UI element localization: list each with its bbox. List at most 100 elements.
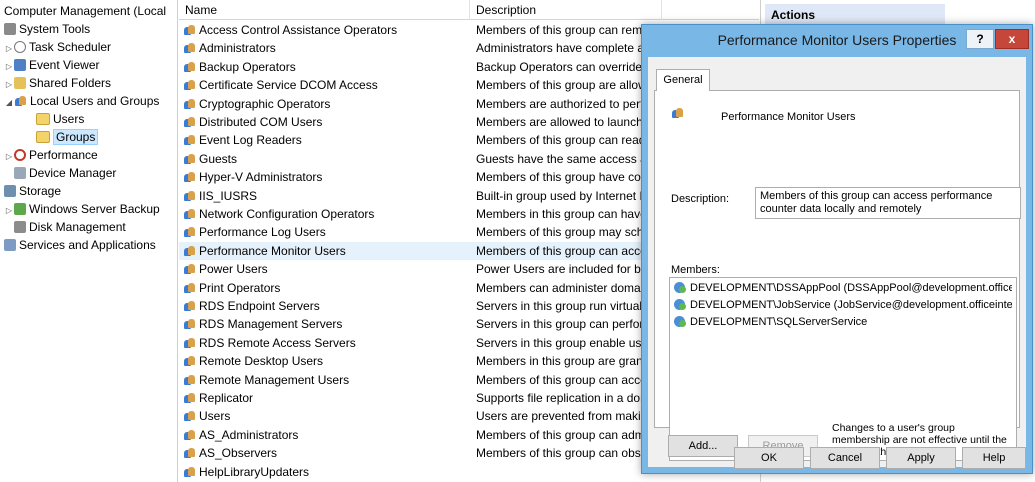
group-name-cell: RDS Endpoint Servers bbox=[183, 297, 473, 315]
group-name-cell: Hyper-V Administrators bbox=[183, 168, 473, 186]
group-icon bbox=[183, 466, 196, 478]
group-name-cell: Access Control Assistance Operators bbox=[183, 21, 473, 39]
group-icon bbox=[183, 410, 196, 422]
group-icon bbox=[183, 429, 196, 441]
column-header-name[interactable]: Name bbox=[179, 0, 470, 20]
expand-icon[interactable]: ▷ bbox=[4, 148, 14, 166]
group-name-cell: Guests bbox=[183, 150, 473, 168]
group-icon bbox=[183, 337, 196, 349]
performance-icon bbox=[14, 149, 26, 161]
members-label: Members: bbox=[671, 264, 720, 276]
cancel-button[interactable]: Cancel bbox=[810, 447, 880, 469]
tree-item-system-tools[interactable]: System Tools bbox=[4, 20, 90, 38]
folder-icon bbox=[36, 113, 50, 125]
tree-item-event-viewer[interactable]: ▷ Event Viewer bbox=[4, 56, 100, 74]
group-name-cell: Event Log Readers bbox=[183, 131, 473, 149]
tree-item-shared-folders[interactable]: ▷ Shared Folders bbox=[4, 74, 111, 92]
device-manager-icon bbox=[14, 167, 26, 179]
column-header-description[interactable]: Description bbox=[470, 0, 662, 20]
tree-item-storage[interactable]: Storage bbox=[4, 182, 61, 200]
tree-item-services-and-applications[interactable]: Services and Applications bbox=[4, 236, 156, 254]
tab-general[interactable]: General bbox=[656, 69, 710, 91]
users-icon bbox=[14, 95, 27, 107]
group-icon bbox=[183, 79, 196, 91]
folder-icon bbox=[36, 131, 50, 143]
tab-page-general: Performance Monitor Users Description: M… bbox=[654, 90, 1021, 461]
group-name-cell: RDS Management Servers bbox=[183, 315, 473, 333]
tree-item-computer-management[interactable]: Computer Management (Local bbox=[4, 2, 166, 20]
group-icon bbox=[183, 134, 196, 146]
group-name-cell: Certificate Service DCOM Access bbox=[183, 76, 473, 94]
apply-button[interactable]: Apply bbox=[886, 447, 956, 469]
group-name-cell: Performance Monitor Users bbox=[183, 242, 473, 260]
group-name-cell: Replicator bbox=[183, 389, 473, 407]
group-icon bbox=[183, 98, 196, 110]
group-icon bbox=[183, 226, 196, 238]
collapse-icon[interactable]: ◢ bbox=[4, 94, 14, 112]
add-button[interactable]: Add... bbox=[668, 435, 738, 457]
group-icon bbox=[183, 447, 196, 459]
group-icon bbox=[183, 300, 196, 312]
group-name-cell: Cryptographic Operators bbox=[183, 95, 473, 113]
member-item[interactable]: DEVELOPMENT\DSSAppPool (DSSAppPool@devel… bbox=[674, 280, 1012, 297]
description-field[interactable]: Members of this group can access perform… bbox=[755, 187, 1021, 219]
tree-item-performance[interactable]: ▷ Performance bbox=[4, 146, 98, 164]
properties-dialog: Performance Monitor Users Properties ? x… bbox=[641, 24, 1033, 474]
help-button[interactable]: Help bbox=[962, 447, 1026, 469]
group-name-cell: HelpLibraryUpdaters bbox=[183, 463, 473, 481]
tree-item-disk-management[interactable]: Disk Management bbox=[14, 218, 126, 236]
group-name-cell: Backup Operators bbox=[183, 58, 473, 76]
group-icon bbox=[183, 24, 196, 36]
group-icon bbox=[183, 245, 196, 257]
member-item[interactable]: DEVELOPMENT\JobService (JobService@devel… bbox=[674, 297, 1012, 314]
user-icon bbox=[674, 281, 687, 293]
group-name-cell: Network Configuration Operators bbox=[183, 205, 473, 223]
group-name-cell: Performance Log Users bbox=[183, 223, 473, 241]
group-icon bbox=[183, 153, 196, 165]
list-header: Name Description bbox=[179, 0, 759, 20]
group-name-cell: Distributed COM Users bbox=[183, 113, 473, 131]
user-icon bbox=[674, 298, 687, 310]
storage-icon bbox=[4, 185, 16, 197]
group-icon bbox=[671, 107, 693, 129]
system-tools-icon bbox=[4, 23, 16, 35]
actions-header[interactable]: Actions bbox=[765, 4, 945, 26]
tree-item-task-scheduler[interactable]: ▷ Task Scheduler bbox=[4, 38, 111, 56]
group-name: Performance Monitor Users bbox=[721, 111, 856, 123]
group-name-cell: AS_Administrators bbox=[183, 426, 473, 444]
group-name-cell: Print Operators bbox=[183, 279, 473, 297]
services-icon bbox=[4, 239, 16, 251]
group-name-cell: AS_Observers bbox=[183, 444, 473, 462]
ok-button[interactable]: OK bbox=[734, 447, 804, 469]
tree-item-windows-server-backup[interactable]: ▷ Windows Server Backup bbox=[4, 200, 160, 218]
group-name-cell: Users bbox=[183, 407, 473, 425]
member-item[interactable]: DEVELOPMENT\SQLServerService bbox=[674, 314, 1012, 331]
group-name-cell: RDS Remote Access Servers bbox=[183, 334, 473, 352]
tree-item-users[interactable]: Users bbox=[36, 110, 84, 128]
group-icon bbox=[183, 61, 196, 73]
backup-icon bbox=[14, 203, 26, 215]
disk-icon bbox=[14, 221, 26, 233]
tree-item-local-users-and-groups[interactable]: ◢ Local Users and Groups bbox=[4, 92, 159, 110]
group-icon bbox=[183, 42, 196, 54]
description-label: Description: bbox=[671, 193, 730, 205]
group-icon bbox=[183, 208, 196, 220]
group-name-cell: Remote Management Users bbox=[183, 371, 473, 389]
tree-item-device-manager[interactable]: Device Manager bbox=[14, 164, 116, 182]
group-name-cell: Administrators bbox=[183, 39, 473, 57]
event-viewer-icon bbox=[14, 59, 26, 71]
group-icon bbox=[183, 374, 196, 386]
group-icon bbox=[183, 190, 196, 202]
group-icon bbox=[183, 171, 196, 183]
shared-folders-icon bbox=[14, 77, 26, 89]
tree-item-groups[interactable]: Groups bbox=[36, 128, 99, 146]
clock-icon bbox=[14, 41, 26, 53]
group-icon bbox=[183, 355, 196, 367]
group-icon bbox=[183, 116, 196, 128]
group-name-cell: Remote Desktop Users bbox=[183, 352, 473, 370]
help-title-button[interactable]: ? bbox=[966, 29, 994, 49]
dialog-client: General Performance Monitor Users Descri… bbox=[648, 57, 1026, 467]
group-icon bbox=[183, 392, 196, 404]
expand-icon[interactable]: ▷ bbox=[4, 202, 14, 220]
close-button[interactable]: x bbox=[995, 29, 1029, 49]
